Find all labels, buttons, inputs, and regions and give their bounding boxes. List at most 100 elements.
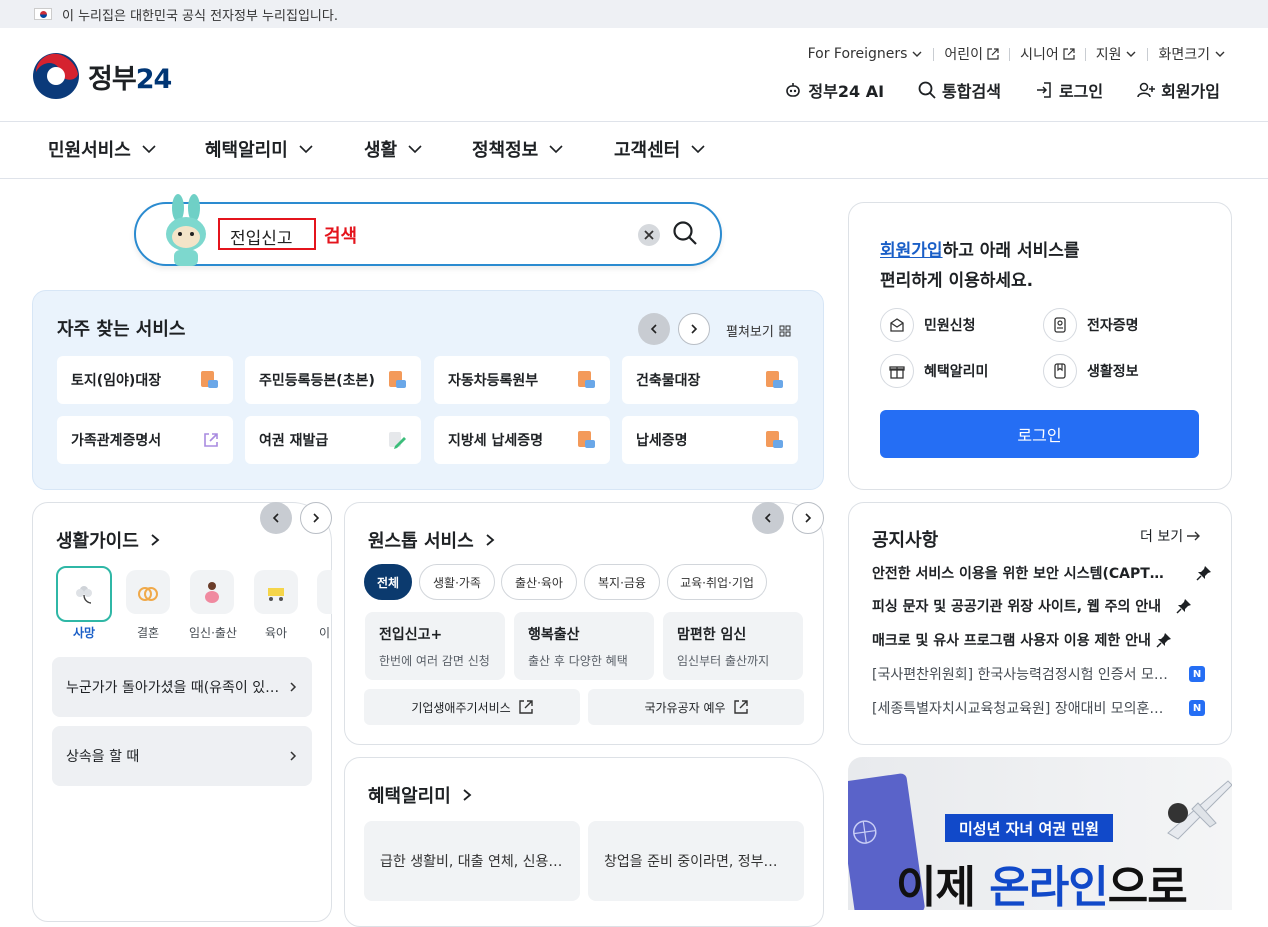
senior-label: 시니어 bbox=[1020, 47, 1059, 63]
logo-word: 정부 bbox=[88, 63, 137, 95]
guide-cat-pregnancy[interactable]: 임신·출산 bbox=[189, 570, 237, 641]
for-foreigners-link[interactable]: For Foreigners bbox=[808, 46, 924, 62]
one-stop-prev-button[interactable] bbox=[752, 502, 784, 534]
support-menu[interactable]: 지원 bbox=[1096, 44, 1138, 64]
one-stop-card-desc: 한번에 여러 감면 신청 bbox=[379, 654, 490, 668]
service-benefit-alert[interactable]: 혜택알리미 bbox=[880, 354, 988, 388]
notice-item[interactable]: [국사편찬위원회] 한국사능력검정시험 인증서 모… N bbox=[872, 664, 1205, 684]
search-icon bbox=[918, 81, 936, 99]
kids-link[interactable]: 어린이 bbox=[944, 44, 999, 64]
benefit-alert-title[interactable]: 혜택알리미 bbox=[368, 782, 473, 808]
service-card-label: 가족관계증명서 bbox=[71, 433, 162, 449]
chip-life-family[interactable]: 생활·가족 bbox=[419, 564, 495, 600]
chip-all[interactable]: 전체 bbox=[364, 564, 412, 600]
frequent-services-panel: 자주 찾는 서비스 펼쳐보기 토지(임야)대장 주민등록등본(초본) 자동차등록… bbox=[32, 290, 824, 490]
login-message-line1: 하고 아래 서비스를 bbox=[942, 241, 1080, 261]
service-card-tax-certificate[interactable]: 납세증명 bbox=[622, 416, 798, 464]
nav-label: 정책정보 bbox=[472, 140, 539, 161]
chip-welfare-finance[interactable]: 복지·금융 bbox=[584, 564, 660, 600]
notices-more-link[interactable]: 더 보기 bbox=[1140, 526, 1201, 546]
service-card-family-certificate[interactable]: 가족관계증명서 bbox=[57, 416, 233, 464]
nav-life[interactable]: 생활 bbox=[364, 136, 423, 162]
guide-item-bereavement[interactable]: 누군가가 돌아가셨을 때(유족이 있… bbox=[52, 657, 312, 717]
guide-cat-label: 사망 bbox=[72, 626, 96, 640]
promo-banner[interactable]: 미성년 자녀 여권 민원 이제 온라인으로 bbox=[848, 757, 1232, 910]
logo-number: 24 bbox=[135, 63, 173, 95]
service-e-certificate[interactable]: 전자증명 bbox=[1043, 308, 1139, 342]
banner-headline: 이제 온라인으로 bbox=[896, 851, 1188, 910]
service-card-vehicle-register[interactable]: 자동차등록원부 bbox=[434, 356, 610, 404]
gov-notice-text: 이 누리집은 대한민국 공식 전자정부 누리집입니다. bbox=[62, 8, 338, 24]
airplane-icon bbox=[1167, 780, 1232, 840]
chevron-left-icon bbox=[764, 513, 771, 523]
expand-view-button[interactable]: 펼쳐보기 bbox=[726, 321, 791, 340]
ai-button[interactable]: 정부24 AI bbox=[784, 78, 884, 102]
guide-cat-childcare[interactable]: 육아 bbox=[253, 570, 299, 641]
veterans-link[interactable]: 국가유공자 예우 bbox=[588, 689, 804, 725]
service-card-resident-register[interactable]: 주민등록등본(초본) bbox=[245, 356, 421, 404]
divider bbox=[1009, 47, 1011, 61]
site-logo[interactable]: 정부24 bbox=[32, 52, 173, 100]
chip-birth-childcare[interactable]: 출산·육아 bbox=[501, 564, 577, 600]
login-link[interactable]: 로그인 bbox=[1035, 78, 1103, 102]
pin-icon bbox=[1176, 599, 1191, 614]
next-button[interactable] bbox=[678, 313, 710, 345]
flower-icon bbox=[56, 566, 112, 622]
service-card-passport-reissue[interactable]: 여권 재발급 bbox=[245, 416, 421, 464]
life-guide-title[interactable]: 생활가이드 bbox=[56, 527, 161, 553]
notice-item[interactable]: 피싱 문자 및 공공기관 위장 사이트, 웹 주의 안내 bbox=[872, 596, 1192, 616]
nav-label: 민원서비스 bbox=[48, 140, 131, 161]
gift-icon bbox=[880, 354, 914, 388]
prev-button[interactable] bbox=[638, 313, 670, 345]
search-input[interactable]: 전입신고 bbox=[218, 218, 316, 250]
notice-item[interactable]: [세종특별자치시교육청교육원] 장애대비 모의훈… N bbox=[872, 698, 1205, 718]
clear-search-button[interactable] bbox=[638, 224, 660, 246]
guide-next-button[interactable] bbox=[300, 502, 332, 534]
document-issue-icon bbox=[578, 371, 595, 388]
service-life-info[interactable]: 생활정보 bbox=[1043, 354, 1139, 388]
chip-education-job-business[interactable]: 교육·취업·기업 bbox=[667, 564, 767, 600]
stroller-icon bbox=[254, 570, 298, 614]
one-stop-title[interactable]: 원스톱 서비스 bbox=[368, 527, 496, 553]
one-stop-title-text: 원스톱 서비스 bbox=[368, 531, 474, 552]
guide-cat-death[interactable]: 사망 bbox=[56, 566, 112, 641]
ai-bot-icon bbox=[786, 83, 801, 97]
guide-item-inheritance[interactable]: 상속을 할 때 bbox=[52, 726, 312, 786]
guide-item-label: 상속을 할 때 bbox=[66, 749, 140, 765]
search-button[interactable] bbox=[672, 220, 698, 246]
nav-policy[interactable]: 정책정보 bbox=[472, 136, 564, 162]
notice-item[interactable]: 매크로 및 유사 프로그램 사용자 이용 제한 안내 bbox=[872, 630, 1172, 650]
one-stop-next-button[interactable] bbox=[792, 502, 824, 534]
one-stop-card-happy-birth[interactable]: 행복출산 출산 후 다양한 혜택 bbox=[514, 612, 654, 680]
join-inline-link[interactable]: 회원가입 bbox=[880, 241, 943, 261]
senior-link[interactable]: 시니어 bbox=[1020, 44, 1075, 64]
document-issue-icon bbox=[578, 431, 595, 448]
service-label: 민원신청 bbox=[924, 318, 976, 334]
bookmark-icon bbox=[1043, 354, 1077, 388]
nav-label: 혜택알리미 bbox=[205, 140, 288, 161]
integrated-search-button[interactable]: 통합검색 bbox=[918, 78, 1001, 102]
login-button[interactable]: 로그인 bbox=[880, 410, 1199, 458]
link-label: 기업생애주기서비스 bbox=[411, 700, 511, 715]
service-card-land-register[interactable]: 토지(임야)대장 bbox=[57, 356, 233, 404]
guide-prev-button[interactable] bbox=[260, 502, 292, 534]
search-icon bbox=[673, 221, 697, 245]
guide-cat-partial[interactable]: 이 bbox=[317, 570, 332, 641]
one-stop-card-pregnancy[interactable]: 맘편한 임신 임신부터 출산까지 bbox=[663, 612, 803, 680]
one-stop-card-move-in[interactable]: 전입신고+ 한번에 여러 감면 신청 bbox=[365, 612, 505, 680]
nav-civil-service[interactable]: 민원서비스 bbox=[48, 136, 157, 162]
service-civil-application[interactable]: 민원신청 bbox=[880, 308, 976, 342]
service-card-local-tax-certificate[interactable]: 지방세 납세증명 bbox=[434, 416, 610, 464]
guide-cat-marriage[interactable]: 결혼 bbox=[125, 570, 171, 641]
benefit-card[interactable]: 창업을 준비 중이라면, 정부… bbox=[588, 821, 804, 901]
rings-icon bbox=[126, 570, 170, 614]
notice-text: [국사편찬위원회] 한국사능력검정시험 인증서 모… bbox=[872, 667, 1168, 683]
join-link[interactable]: 회원가입 bbox=[1137, 78, 1220, 102]
service-card-building-register[interactable]: 건축물대장 bbox=[622, 356, 798, 404]
nav-benefit-alert[interactable]: 혜택알리미 bbox=[205, 136, 314, 162]
benefit-card[interactable]: 급한 생활비, 대출 연체, 신용… bbox=[364, 821, 580, 901]
business-lifecycle-link[interactable]: 기업생애주기서비스 bbox=[364, 689, 580, 725]
notice-item[interactable]: 안전한 서비스 이용을 위한 보안 시스템(CAPTCHA) 도입 안내 bbox=[872, 563, 1212, 583]
font-size-menu[interactable]: 화면크기 bbox=[1158, 44, 1226, 64]
nav-customer-center[interactable]: 고객센터 bbox=[614, 136, 706, 162]
